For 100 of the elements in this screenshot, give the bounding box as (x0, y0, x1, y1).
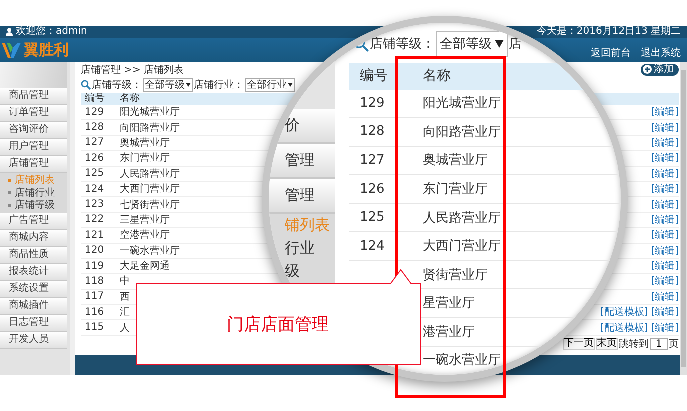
filter-label: 店铺等级： (370, 36, 435, 53)
table-cell-text: 港营业厅 (423, 324, 475, 341)
table-cell-text: 人 (120, 322, 130, 335)
table-cell-text: 122 (84, 214, 106, 226)
table-cell: 124 (360, 238, 385, 254)
filter-select[interactable]: 全部等级 (436, 31, 508, 57)
action-link[interactable]: [编辑] (651, 274, 679, 288)
sidebar-item[interactable]: 用户管理 (0, 139, 67, 156)
sidebar-item[interactable]: 商城内容 (0, 230, 67, 246)
sidebar-item[interactable]: 系统设置 (0, 280, 67, 298)
page-button[interactable]: 下一页 (563, 338, 595, 350)
action-link[interactable]: [编辑] (651, 228, 679, 242)
table-cell: 127 (360, 152, 385, 168)
action-link[interactable]: [编辑] (651, 259, 679, 274)
table-cell-text: 120 (84, 245, 106, 256)
column-header: 编号 (359, 67, 389, 86)
table-cell-text: 123 (84, 199, 106, 210)
sidebar-item[interactable]: 报表统计 (0, 264, 67, 280)
action-link[interactable]: [配送模板] (600, 320, 648, 335)
table-cell-text: 中 (120, 274, 130, 288)
table-cell-text: 向阳路营业厅 (423, 124, 501, 141)
table-cell: 128 (360, 124, 385, 140)
action-link[interactable]: [编辑] (651, 182, 679, 196)
sidebar-item[interactable]: 商城插件 (0, 298, 67, 314)
table-cell-text: 121 (84, 230, 106, 241)
sidebar-item[interactable]: 咨询评价 (0, 122, 67, 139)
table-cell-text: 人民路营业厅 (120, 168, 180, 181)
action-link[interactable]: [编辑] (651, 105, 679, 120)
sidebar-banner (0, 62, 67, 88)
table-cell-text: 空港营业厅 (120, 228, 170, 242)
action-link[interactable]: [编辑] (651, 166, 679, 181)
filter-label: 店铺等级： (92, 78, 142, 92)
action-link[interactable]: [编辑] (651, 212, 679, 227)
table-cell: 126 (360, 182, 385, 196)
logo-text: 翼胜利 (24, 40, 69, 60)
table-cell-text: 119 (84, 260, 106, 272)
table-cell-text: 大西门营业厅 (120, 182, 180, 196)
search-icon (81, 80, 91, 90)
sidebar-item[interactable]: 商品管理 (0, 88, 67, 105)
action-link[interactable]: [编辑] (651, 198, 679, 212)
action-link[interactable]: [编辑] (651, 244, 679, 258)
page-unit: 页 (669, 338, 679, 352)
sidebar-item[interactable]: 店铺管理 (0, 156, 67, 173)
table-cell-text: 七贤街营业厅 (120, 198, 180, 212)
caret-icon (495, 40, 504, 48)
table-cell-text: 116 (84, 306, 106, 318)
action-link[interactable]: [编辑] (651, 305, 679, 320)
column-header: 名称 (120, 93, 140, 105)
date-text: 今天是：2016月12日13 星期二 (536, 26, 681, 38)
table-cell-text: 奥城营业厅 (423, 152, 488, 170)
jump-label: 跳转到 (619, 338, 649, 352)
action-link[interactable]: [编辑] (651, 120, 679, 135)
action-link[interactable]: [编辑] (651, 290, 679, 304)
sidebar-item[interactable]: 订单管理 (0, 105, 67, 122)
action-link[interactable]: [配送模板] (600, 305, 648, 320)
sidebar-item[interactable]: 开发人员 (0, 332, 67, 348)
action-link[interactable]: [编辑] (651, 320, 679, 335)
action-link[interactable]: [编辑] (651, 136, 679, 150)
sidebar-item[interactable]: 商品性质 (0, 246, 67, 264)
sidebar-item[interactable]: 级 (285, 262, 300, 280)
table-cell-text: 126 (84, 152, 106, 164)
table-cell-text: 星营业厅 (423, 295, 475, 312)
sidebar-subitem[interactable]: 店铺等级 (0, 199, 67, 212)
sidebar-item[interactable]: 广告管理 (0, 212, 67, 230)
table-cell-text: 大足金网通 (120, 260, 170, 274)
add-button[interactable]: 添加 (641, 64, 679, 76)
table-cell-text: 117 (84, 291, 106, 302)
filter-label: 店铺行业： (194, 78, 244, 92)
callout-text: 门店店面管理 (227, 314, 329, 336)
table-cell-text: 奥城营业厅 (120, 136, 170, 150)
table-cell-text: 向阳路营业厅 (120, 122, 180, 135)
table-cell-text: 阳光城营业厅 (423, 95, 501, 112)
table-cell-text: 125 (84, 168, 106, 180)
sidebar-item[interactable]: 日志管理 (0, 314, 67, 332)
table-cell-text: 一碗水营业厅 (120, 244, 180, 258)
column-header: 编号 (84, 93, 106, 105)
column-header: 名称 (423, 67, 451, 86)
table-cell-text: 大西门营业厅 (423, 238, 501, 256)
table-cell-text: 118 (84, 276, 106, 287)
action-link[interactable]: [编辑] (651, 151, 679, 166)
table-cell-text: 东门营业厅 (423, 181, 488, 198)
page-input[interactable]: 1 (650, 338, 668, 350)
sidebar-item[interactable]: 价 (285, 116, 300, 134)
breadcrumb: 店铺管理 >> 店铺列表 (81, 64, 184, 76)
table-cell-text: 阳光城营业厅 (120, 106, 180, 120)
table-cell-text: 贤街营业厅 (423, 266, 488, 284)
table-cell-text: 西 (120, 290, 130, 304)
sidebar-subitem[interactable]: 店铺行业 (0, 186, 67, 199)
page-button[interactable]: 末页 (596, 338, 618, 350)
welcome-text: 欢迎您：admin (16, 26, 88, 38)
table-cell-text: 128 (84, 122, 106, 134)
table-cell-text: 115 (84, 322, 106, 334)
header-link[interactable]: 退出系统 (641, 46, 681, 60)
table-cell-text: 人民路营业厅 (423, 210, 501, 227)
table-cell-text: 汇 (120, 306, 130, 320)
header-link[interactable]: 返回前台 (591, 46, 631, 60)
table-cell-text: 三星营业厅 (120, 214, 170, 227)
table-cell-text: 东门营业厅 (120, 152, 170, 166)
scrollbar[interactable] (680, 62, 687, 375)
table-cell: 129 (360, 96, 385, 111)
